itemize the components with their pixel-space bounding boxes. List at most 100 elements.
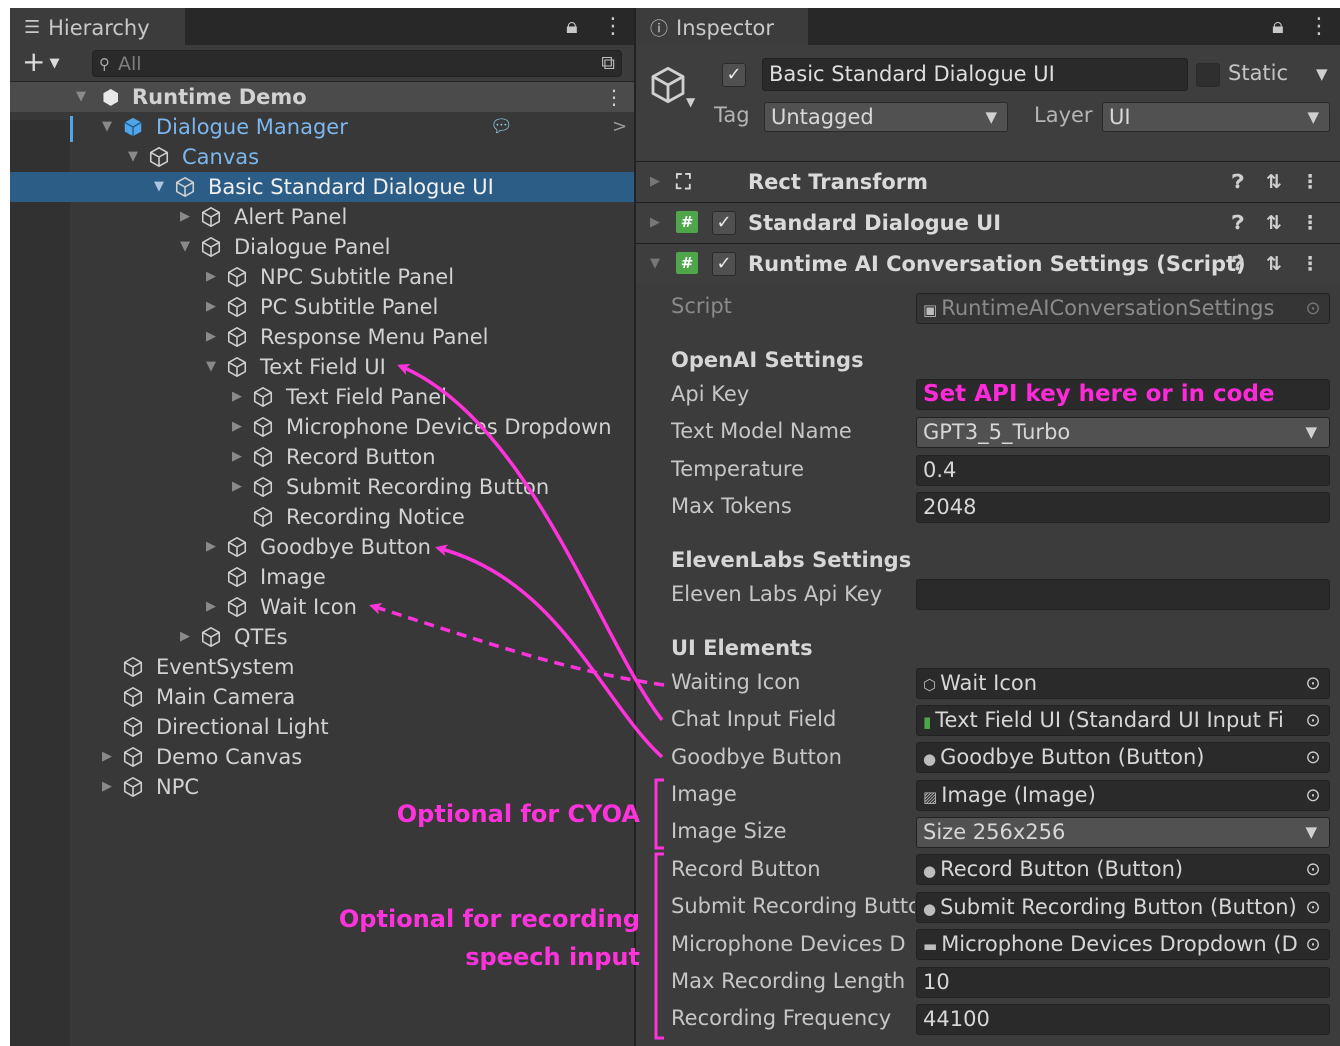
cube-icon — [226, 596, 248, 618]
kebab-menu-icon[interactable]: ⋮ — [1292, 162, 1328, 202]
hierarchy-item-dialogue-manager[interactable]: ▼ Dialogue Manager 💬︎ > — [102, 112, 632, 142]
expand-arrow-icon[interactable]: ▶ — [650, 162, 660, 202]
tag-label: Tag — [714, 103, 750, 127]
hierarchy-item-label: EventSystem — [156, 655, 295, 679]
static-dropdown-caret[interactable]: ▼ — [1316, 65, 1328, 83]
object-picker-icon[interactable]: ⊙ — [1297, 893, 1329, 922]
recording-frequency-field[interactable]: 44100 — [916, 1004, 1330, 1035]
cube-icon — [200, 236, 222, 258]
tab-inspector-label: Inspector — [676, 15, 774, 40]
component-rect-transform[interactable]: ▶ ⛶ Rect Transform ❓︎ ⇅ ⋮ — [636, 161, 1340, 202]
kebab-menu-icon[interactable]: ⋮ — [604, 82, 624, 112]
tab-inspector[interactable]: ⓘ Inspector — [636, 8, 808, 45]
search-icon: ⚲ — [99, 54, 110, 73]
rect-transform-icon: ⛶ — [676, 170, 691, 194]
unity-scene-icon: ⬢ — [102, 85, 120, 109]
microphone-devices-field[interactable]: ▬ Microphone Devices Dropdown (D ⊙ — [916, 929, 1330, 960]
help-icon[interactable]: ❓︎ — [1220, 203, 1256, 243]
image-size-value: Size 256x256 — [923, 820, 1066, 844]
component-runtime-ai-conversation-settings[interactable]: ▼ # ✓ Runtime AI Conversation Settings (… — [636, 243, 1340, 284]
goodbye-button-field[interactable]: ● Goodbye Button (Button) ⊙ — [916, 742, 1330, 773]
component-enabled-checkbox[interactable]: ✓ — [712, 252, 736, 276]
hierarchy-item-label: Main Camera — [156, 685, 296, 709]
record-button-field[interactable]: ● Record Button (Button) ⊙ — [916, 854, 1330, 885]
active-checkbox[interactable]: ✓ — [722, 63, 746, 87]
eleven-labs-api-key-field[interactable] — [916, 579, 1330, 610]
api-key-field[interactable]: Set API key here or in code — [916, 379, 1330, 410]
hierarchy-item-label: PC Subtitle Panel — [260, 295, 439, 319]
presets-icon[interactable]: ⇅ — [1256, 244, 1292, 284]
cube-icon — [252, 416, 274, 438]
help-icon[interactable]: ❓︎ — [1220, 162, 1256, 202]
speech-bubble-icon: 💬︎ — [490, 116, 513, 137]
object-picker-icon[interactable]: ⊙ — [1297, 781, 1329, 810]
icon-dropdown-caret[interactable]: ▼ — [686, 95, 695, 109]
submit-recording-button-field[interactable]: ● Submit Recording Button (Button) ⊙ — [916, 892, 1330, 923]
hierarchy-item-runtime-demo[interactable]: ▼ ⬢ Runtime Demo ⋮ — [76, 82, 636, 112]
cube-icon — [200, 206, 222, 228]
temperature-field[interactable]: 0.4 — [916, 455, 1330, 486]
hierarchy-item-label: Goodbye Button — [260, 535, 431, 559]
chevron-right-icon[interactable]: > — [612, 112, 627, 142]
waiting-icon-field[interactable]: ⬡ Wait Icon ⊙ — [916, 668, 1330, 699]
max-tokens-field[interactable]: 2048 — [916, 492, 1330, 523]
script-icon: # — [676, 252, 698, 274]
hierarchy-item-label: Dialogue Manager — [156, 115, 348, 139]
lock-icon[interactable]: 🔒︎ — [566, 8, 578, 45]
create-dropdown-button[interactable]: + ▼ — [22, 47, 59, 79]
object-name-field[interactable]: Basic Standard Dialogue UI — [762, 58, 1188, 91]
hierarchy-item-label: Directional Light — [156, 715, 329, 739]
object-picker-icon[interactable]: ⊙ — [1297, 669, 1329, 698]
image-value: Image (Image) — [941, 783, 1096, 807]
button-component-icon: ● — [923, 750, 937, 768]
inspector-tabbar: ⓘ Inspector 🔒︎ ⋮ — [636, 8, 1340, 45]
submit-recording-button-value: Submit Recording Button (Button) — [940, 895, 1297, 919]
script-field-value: RuntimeAIConversationSettings — [941, 296, 1275, 320]
search-mode-icon[interactable]: ⧉ — [601, 52, 615, 74]
chevron-down-icon: ▼ — [1305, 823, 1317, 841]
static-checkbox[interactable] — [1196, 63, 1220, 87]
cube-icon — [226, 356, 248, 378]
object-picker-icon[interactable]: ⊙ — [1297, 855, 1329, 884]
kebab-menu-icon[interactable]: ⋮ — [1292, 203, 1328, 243]
tab-hierarchy[interactable]: ☰ Hierarchy — [10, 8, 185, 45]
lock-icon[interactable]: 🔒︎ — [1272, 8, 1284, 45]
image-size-label: Image Size — [671, 819, 787, 843]
hierarchy-item-label: Microphone Devices Dropdown — [286, 415, 612, 439]
object-picker-icon[interactable]: ⊙ — [1297, 743, 1329, 772]
kebab-menu-icon[interactable]: ⋮ — [1308, 8, 1330, 45]
text-model-dropdown[interactable]: GPT3_5_Turbo ▼ — [916, 417, 1330, 448]
info-icon: ⓘ — [650, 18, 668, 40]
hierarchy-item-label: QTEs — [234, 625, 288, 649]
component-standard-dialogue-ui[interactable]: ▶ # ✓ Standard Dialogue UI ❓︎ ⇅ ⋮ — [636, 202, 1340, 243]
chat-input-field[interactable]: ▮ Text Field UI (Standard UI Input Fi ⊙ — [916, 705, 1330, 736]
tag-dropdown-value: Untagged — [771, 105, 874, 129]
hierarchy-item-basic-standard-dialogue-ui[interactable]: ▼ Basic Standard Dialogue UI — [154, 172, 634, 202]
kebab-menu-icon[interactable]: ⋮ — [602, 8, 624, 45]
image-field[interactable]: ▨ Image (Image) ⊙ — [916, 780, 1330, 811]
component-enabled-checkbox[interactable]: ✓ — [712, 211, 736, 235]
presets-icon[interactable]: ⇅ — [1256, 162, 1292, 202]
api-key-value: Set API key here or in code — [923, 381, 1275, 407]
presets-icon[interactable]: ⇅ — [1256, 203, 1292, 243]
layer-label: Layer — [1034, 103, 1093, 127]
kebab-menu-icon[interactable]: ⋮ — [1292, 244, 1328, 284]
help-icon[interactable]: ❓︎ — [1220, 244, 1256, 284]
gameobject-icon: ⬡ — [923, 676, 937, 694]
goodbye-button-label: Goodbye Button — [671, 745, 842, 769]
search-input[interactable]: ⚲ All ⧉ — [92, 50, 622, 77]
cube-icon — [226, 326, 248, 348]
object-picker-icon[interactable]: ⊙ — [1297, 930, 1329, 959]
image-size-dropdown[interactable]: Size 256x256 ▼ — [916, 817, 1330, 848]
expand-arrow-icon[interactable]: ▶ — [650, 203, 660, 243]
object-picker-icon[interactable]: ⊙ — [1297, 706, 1329, 735]
record-button-label: Record Button — [671, 857, 821, 881]
max-recording-length-field[interactable]: 10 — [916, 967, 1330, 998]
text-model-label: Text Model Name — [671, 419, 852, 443]
cube-icon — [226, 266, 248, 288]
collapse-arrow-icon[interactable]: ▼ — [650, 244, 660, 284]
microphone-devices-label: Microphone Devices D — [671, 932, 906, 956]
tag-dropdown[interactable]: Untagged ▼ — [764, 102, 1008, 132]
cube-icon — [252, 506, 274, 528]
layer-dropdown[interactable]: UI ▼ — [1102, 102, 1330, 132]
